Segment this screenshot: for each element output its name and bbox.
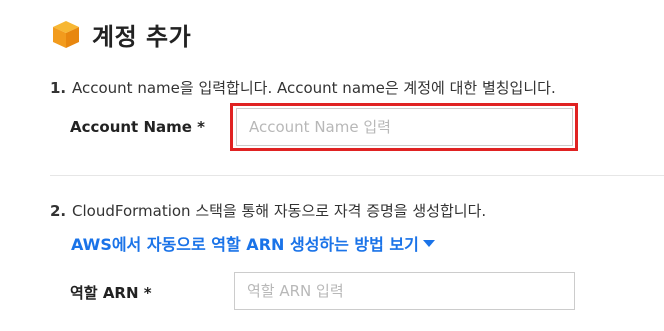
role-arn-help-link[interactable]: AWS에서 자동으로 역할 ARN 생성하는 방법 보기 <box>71 231 435 255</box>
step-1-instruction: 1. Account name을 입력합니다. Account name은 계정… <box>50 77 556 98</box>
account-name-label: Account Name * <box>70 118 205 136</box>
account-name-input[interactable] <box>236 108 573 146</box>
step-text: Account name을 입력합니다. Account name은 계정에 대… <box>72 79 556 97</box>
step-number: 1. <box>50 79 67 97</box>
step-text: CloudFormation 스택을 통해 자동으로 자격 증명을 생성합니다. <box>72 202 487 220</box>
caret-down-icon <box>422 239 435 247</box>
page-title: 계정 추가 <box>92 22 192 51</box>
page-header: 계정 추가 <box>50 16 191 52</box>
role-arn-input[interactable] <box>234 272 575 310</box>
help-link-label: AWS에서 자동으로 역할 ARN 생성하는 방법 보기 <box>71 235 419 254</box>
step-number: 2. <box>50 202 67 220</box>
aws-cube-icon <box>53 21 79 48</box>
role-arn-label: 역할 ARN * <box>70 284 152 302</box>
section-divider <box>50 175 664 176</box>
step-2-instruction: 2. CloudFormation 스택을 통해 자동으로 자격 증명을 생성합… <box>50 200 486 221</box>
